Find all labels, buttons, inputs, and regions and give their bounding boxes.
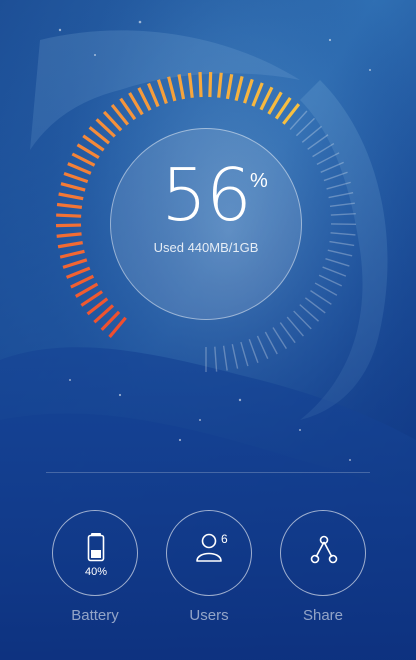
gauge-tick-active	[198, 72, 203, 98]
usage-percent-sign: %	[250, 170, 268, 192]
usage-percent-value: 56	[161, 153, 252, 237]
gauge-tick-active	[234, 76, 244, 102]
gauge-tick-inactive	[301, 125, 322, 143]
gauge-tick-inactive	[310, 290, 332, 305]
gauge-tick-active	[57, 241, 83, 249]
gauge-tick-inactive	[320, 161, 344, 173]
users-count-badge: 6	[221, 532, 228, 546]
gauge-tick-active	[156, 79, 168, 104]
gauge-tick-inactive	[330, 213, 356, 216]
gauge-tick-inactive	[312, 142, 335, 158]
gauge-tick-active	[56, 213, 82, 218]
battery-level-fill	[91, 550, 101, 558]
gauge-tick-active	[56, 232, 82, 238]
gauge-tick-inactive	[326, 181, 351, 190]
share-action[interactable]: Share	[280, 510, 368, 642]
gauge-tick-inactive	[286, 316, 304, 337]
gauge-tick-inactive	[231, 344, 239, 369]
gauge-tick-active	[56, 223, 82, 228]
gauge-tick-inactive	[316, 152, 340, 165]
battery-button[interactable]: 40%	[52, 510, 138, 596]
gauge-tick-inactive	[330, 232, 356, 236]
gauge-tick-active	[128, 92, 144, 116]
battery-label: Battery	[71, 607, 119, 624]
gauge-tick-inactive	[304, 297, 326, 314]
gauge-tick-inactive	[329, 240, 355, 247]
gauge-tick-active	[65, 266, 91, 279]
gauge-tick-inactive	[295, 117, 315, 137]
gauge-tick-inactive	[272, 327, 287, 350]
share-button[interactable]	[280, 510, 366, 596]
battery-percent: 40%	[84, 566, 108, 578]
gauge-tick-inactive	[307, 134, 329, 150]
gauge-tick-active	[259, 86, 274, 111]
gauge-tick-active	[63, 171, 89, 184]
usage-caption: Used 440MB/1GB	[153, 240, 259, 255]
gauge-tick-active	[67, 162, 92, 175]
gauge-tick-active	[70, 274, 95, 289]
gauge-tick-active	[60, 182, 86, 192]
phone-screen: 56 % Used 440MB/1GB 40% Battery 6 Users …	[0, 0, 416, 660]
gauge-tick-inactive	[329, 202, 355, 207]
gauge-tick-active	[62, 258, 88, 269]
gauge-tick-inactive	[325, 258, 350, 267]
gauge-tick-inactive	[318, 274, 343, 287]
gauge-tick-active	[267, 91, 283, 115]
gauge-tick-active	[167, 76, 177, 102]
gauge-tick-inactive	[328, 192, 354, 199]
gauge-tick-active	[147, 82, 160, 108]
gauge-tick-active	[251, 82, 264, 107]
gauge-tick-inactive	[293, 310, 312, 330]
gauge-tick-active	[243, 78, 254, 104]
gauge-tick-inactive	[222, 345, 228, 371]
gauge-tick-active	[56, 202, 83, 209]
gauge-tick-active	[71, 152, 96, 167]
gauge-tick-inactive	[248, 339, 259, 363]
gauge-tick-active	[208, 72, 213, 98]
gauge-tick-active	[76, 143, 100, 159]
gauge-tick-inactive	[314, 282, 338, 296]
gauge-tick-active	[225, 73, 234, 100]
share-label: Share	[302, 607, 344, 624]
divider	[46, 472, 370, 473]
gauge-tick-active	[177, 74, 186, 100]
gauge-tick-inactive	[327, 249, 353, 257]
gauge-tick-inactive	[240, 341, 249, 367]
users-button[interactable]: 6	[166, 510, 252, 596]
gauge-tick-active	[187, 72, 194, 98]
gauge-tick-inactive	[214, 346, 218, 372]
gauge-tick-inactive	[299, 304, 319, 322]
gauge-tick-inactive	[256, 335, 269, 359]
gauge-tick-active	[58, 192, 84, 201]
battery-action[interactable]: 40% Battery	[52, 510, 140, 642]
gauge-tick-inactive	[323, 171, 348, 182]
gauge-tick-inactive	[264, 331, 278, 355]
gauge-tick-inactive	[322, 266, 347, 277]
users-label: Users	[189, 607, 229, 624]
gauge-tick-active	[74, 282, 99, 298]
users-action[interactable]: 6 Users	[166, 510, 254, 642]
gauge-tick-active	[137, 87, 152, 111]
gauge-tick-active	[217, 72, 223, 98]
gauge-tick-inactive	[279, 322, 296, 344]
gauge-tick-active	[59, 249, 85, 259]
